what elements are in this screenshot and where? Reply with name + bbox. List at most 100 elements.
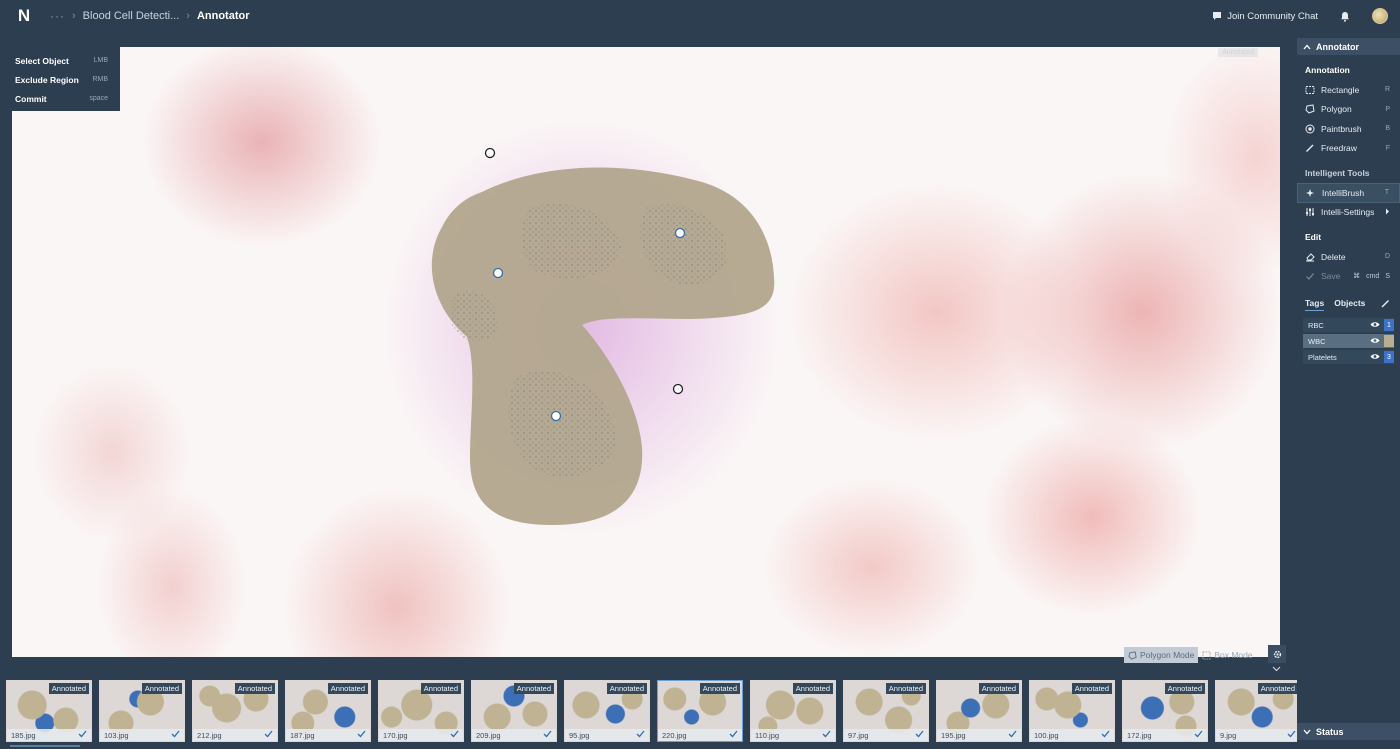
filmstrip-thumbnail[interactable]: Annotated 185.jpg [6,680,92,742]
tag-list: RBC 1 WBC Platelets 3 [1297,318,1400,364]
eye-icon[interactable] [1370,337,1380,344]
annotated-badge: Annotated [141,683,182,694]
status-panel-header[interactable]: Status [1297,723,1400,740]
filmstrip-thumbnail[interactable]: Annotated 170.jpg [378,680,464,742]
positive-click-point[interactable] [550,410,562,422]
save-key: S [1385,272,1390,280]
save-label: Save [1321,271,1341,282]
filmstrip-thumbnail[interactable]: Annotated 209.jpg [471,680,557,742]
annotation-canvas[interactable]: Annotated [12,47,1280,657]
tag-color-swatch[interactable]: 1 [1384,319,1394,331]
filmstrip-thumbnail[interactable]: Annotated 187.jpg [285,680,371,742]
tag-name: WBC [1308,336,1326,346]
save-modifier: cmd [1366,272,1380,280]
status-panel-title: Status [1316,726,1344,737]
tag-row-rbc[interactable]: RBC 1 [1303,318,1394,332]
box-mode-button[interactable]: Box Mode [1198,647,1256,663]
tag-row-wbc[interactable]: WBC [1303,334,1394,348]
annotated-badge: Annotated [513,683,554,694]
hint-commit: Commit space [12,89,120,108]
intellibrush-tool[interactable]: IntelliBrush T [1297,183,1400,203]
delete-label: Delete [1321,251,1346,262]
annotated-badge: Annotated [699,683,740,694]
thumbnail-footer: 212.jpg [193,729,277,741]
filmstrip-thumbnail[interactable]: Annotated 172.jpg [1122,680,1208,742]
annotator-panel-header[interactable]: Annotator [1297,38,1400,55]
filmstrip-thumbnail[interactable]: Annotated 9.jpg [1215,680,1297,742]
rectangle-icon [1305,85,1315,95]
annotated-watermark: Annotated [1218,48,1258,57]
hint-label: Select Object [15,55,69,66]
thumbnail-filename: 185.jpg [11,730,36,740]
check-icon [171,730,180,738]
breadcrumb-project[interactable]: Blood Cell Detecti... [83,10,180,22]
delete-button[interactable]: Delete D [1297,247,1400,267]
avatar[interactable] [1372,8,1388,24]
filmstrip-thumbnail[interactable]: Annotated 110.jpg [750,680,836,742]
rectangle-tool[interactable]: Rectangle R [1297,80,1400,100]
sparkle-icon [1306,188,1316,198]
filmstrip-scrollbar[interactable] [10,745,80,747]
save-button[interactable]: Save ⌘ cmd S [1297,267,1400,287]
check-icon [1305,271,1315,281]
paintbrush-icon [1305,124,1315,134]
annotated-badge: Annotated [606,683,647,694]
filmstrip-thumbnail[interactable]: Annotated 212.jpg [192,680,278,742]
chat-icon [1213,12,1222,20]
sliders-icon [1305,207,1315,217]
chevron-right-icon [1385,208,1390,217]
freedraw-tool[interactable]: Freedraw F [1297,139,1400,159]
canvas-settings-button[interactable] [1268,645,1286,663]
tag-color-swatch[interactable]: 3 [1384,351,1394,363]
annotated-badge: Annotated [1071,683,1112,694]
negative-click-point[interactable] [484,147,496,159]
annotated-badge: Annotated [792,683,833,694]
eye-icon[interactable] [1370,353,1380,360]
eye-icon[interactable] [1370,321,1380,328]
join-community-chat-button[interactable]: Join Community Chat [1212,11,1318,22]
annotator-sidebar: Annotator Annotation Rectangle R Polygon… [1297,38,1400,749]
bell-icon[interactable] [1340,11,1350,22]
positive-click-point[interactable] [492,267,504,279]
paintbrush-tool[interactable]: Paintbrush B [1297,119,1400,139]
breadcrumb-more-icon[interactable]: ··· [50,9,65,23]
annotated-badge: Annotated [885,683,926,694]
tag-color-swatch[interactable] [1384,335,1394,347]
annotator-panel-title: Annotator [1316,41,1359,52]
wbc-mask-overlay[interactable] [12,47,1280,657]
check-icon [915,730,924,738]
polygon-tool[interactable]: Polygon P [1297,100,1400,120]
hint-exclude-region: Exclude Region RMB [12,70,120,89]
app-logo[interactable]: N [12,4,36,28]
check-icon [636,730,645,738]
filmstrip-thumbnail[interactable]: Annotated 95.jpg [564,680,650,742]
filmstrip-thumbnail[interactable]: Annotated 220.jpg [657,680,743,742]
breadcrumb-separator: › [186,10,190,22]
edit-pencil-icon[interactable] [1381,299,1390,308]
filmstrip-thumbnail[interactable]: Annotated 100.jpg [1029,680,1115,742]
polygon-mode-label: Polygon Mode [1140,650,1195,660]
thumbnail-footer: 110.jpg [751,729,835,741]
thumbnail-filename: 100.jpg [1034,730,1059,740]
negative-click-point[interactable] [672,383,684,395]
filmstrip-thumbnail[interactable]: Annotated 103.jpg [99,680,185,742]
chevron-down-icon[interactable] [1272,666,1281,672]
tab-objects[interactable]: Objects [1334,298,1365,310]
annotated-badge: Annotated [48,683,89,694]
positive-click-point[interactable] [674,227,686,239]
thumbnail-footer: 220.jpg [658,729,742,741]
rectangle-tool-key: R [1384,86,1390,94]
tag-row-platelets[interactable]: Platelets 3 [1303,350,1394,364]
tab-tags[interactable]: Tags [1305,298,1325,311]
polygon-mode-button[interactable]: Polygon Mode [1124,647,1199,663]
filmstrip-thumbnail[interactable]: Annotated 195.jpg [936,680,1022,742]
check-icon [1101,730,1110,738]
filmstrip-thumbnail[interactable]: Annotated 97.jpg [843,680,929,742]
hint-label: Commit [15,93,47,104]
check-icon [822,730,831,738]
annotated-badge: Annotated [420,683,461,694]
intelli-settings-button[interactable]: Intelli-Settings [1297,203,1400,223]
polygon-icon [1305,104,1315,114]
annotated-badge: Annotated [234,683,275,694]
check-icon [729,730,738,738]
